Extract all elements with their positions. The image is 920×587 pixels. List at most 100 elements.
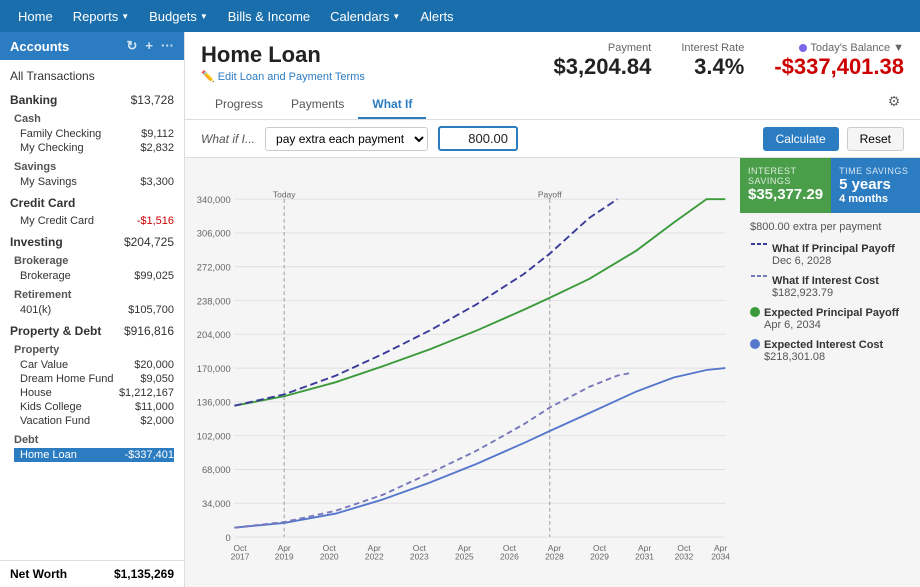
list-item[interactable]: My Checking $2,832 xyxy=(14,141,174,155)
cash-label: Cash xyxy=(14,111,174,127)
tab-progress[interactable]: Progress xyxy=(201,91,277,119)
settings-icon[interactable]: ⚙ xyxy=(884,91,904,111)
legend-whatif-principal: What If Principal Payoff Dec 6, 2028 xyxy=(750,243,910,267)
interest-stat: Interest Rate 3.4% xyxy=(681,42,744,80)
list-item[interactable]: Family Checking $9,112 xyxy=(14,127,174,141)
reset-button[interactable]: Reset xyxy=(847,127,904,151)
sidebar-subgroup-cc: My Credit Card -$1,516 xyxy=(0,212,184,230)
list-item[interactable]: My Credit Card -$1,516 xyxy=(14,214,174,228)
add-account-icon[interactable]: + xyxy=(145,38,153,54)
whatif-interest-text: What If Interest Cost $182,923.79 xyxy=(772,275,879,299)
car-value-amount: $20,000 xyxy=(134,359,174,371)
401k-amount: $105,700 xyxy=(128,304,174,316)
list-item[interactable]: House $1,212,167 xyxy=(14,386,174,400)
list-item[interactable]: Car Value $20,000 xyxy=(14,358,174,372)
nav-reports[interactable]: Reports ▼ xyxy=(63,0,139,32)
sidebar-subgroup-brokerage: Brokerage Brokerage $99,025 xyxy=(0,251,184,285)
my-savings-amount: $3,300 xyxy=(140,176,174,188)
list-item[interactable]: Kids College $11,000 xyxy=(14,400,174,414)
edit-icon: ✏️ xyxy=(201,70,215,83)
refresh-icon[interactable]: ↻ xyxy=(127,38,138,54)
whatif-select[interactable]: pay extra each payment xyxy=(265,127,428,151)
whatif-amount-input[interactable] xyxy=(438,126,518,151)
expected-interest-subtitle: $218,301.08 xyxy=(764,351,883,363)
retirement-label: Retirement xyxy=(14,287,174,303)
list-item[interactable]: 401(k) $105,700 xyxy=(14,303,174,317)
nav-calendars[interactable]: Calendars ▼ xyxy=(320,0,410,32)
my-checking-name: My Checking xyxy=(20,142,84,154)
nav-home[interactable]: Home xyxy=(8,0,63,32)
my-credit-card-amount: -$1,516 xyxy=(137,215,174,227)
svg-text:2032: 2032 xyxy=(675,552,694,562)
family-checking-amount: $9,112 xyxy=(141,128,174,140)
sidebar-group-banking[interactable]: Banking $13,728 xyxy=(0,88,184,109)
legend-expected-interest: Expected Interest Cost $218,301.08 xyxy=(750,339,910,363)
property-sub-label: Property xyxy=(14,342,174,358)
brokerage-amount: $99,025 xyxy=(134,270,174,282)
more-options-icon[interactable]: ··· xyxy=(161,38,174,54)
nav-budgets[interactable]: Budgets ▼ xyxy=(139,0,218,32)
home-loan-name: Home Loan xyxy=(20,449,77,461)
sidebar-subgroup-cash: Cash Family Checking $9,112 My Checking … xyxy=(0,109,184,157)
dropdown-arrow-balance[interactable]: ▼ xyxy=(893,42,904,54)
svg-text:Payoff: Payoff xyxy=(538,189,562,199)
today-dot-icon xyxy=(799,44,807,52)
svg-text:2017: 2017 xyxy=(231,552,250,562)
svg-text:2031: 2031 xyxy=(635,552,654,562)
loan-chart: 340,000 306,000 272,000 238,000 204,000 … xyxy=(195,168,730,587)
savings-panel: INTEREST SAVINGS $35,377.29 TIME SAVINGS… xyxy=(740,158,920,213)
svg-text:0: 0 xyxy=(225,533,230,543)
sidebar-title: Accounts xyxy=(10,39,69,54)
vacation-fund-amount: $2,000 xyxy=(140,415,174,427)
car-value-name: Car Value xyxy=(20,359,68,371)
svg-text:2019: 2019 xyxy=(275,552,294,562)
my-credit-card-name: My Credit Card xyxy=(20,215,94,227)
list-item[interactable]: Vacation Fund $2,000 xyxy=(14,414,174,428)
svg-text:2026: 2026 xyxy=(500,552,519,562)
whatif-interest-icon xyxy=(750,275,768,277)
time-savings-sub: 4 months xyxy=(839,193,912,205)
all-transactions-item[interactable]: All Transactions xyxy=(0,64,184,88)
expected-principal-title: Expected Principal Payoff xyxy=(764,307,899,319)
list-item[interactable]: My Savings $3,300 xyxy=(14,175,174,189)
whatif-interest-subtitle: $182,923.79 xyxy=(772,287,879,299)
chart-main: 340,000 306,000 272,000 238,000 204,000 … xyxy=(185,158,920,587)
chart-info: $800.00 extra per payment What If Princi… xyxy=(740,213,920,379)
expected-principal-text: Expected Principal Payoff Apr 6, 2034 xyxy=(764,307,899,331)
svg-text:272,000: 272,000 xyxy=(197,263,231,273)
interest-savings-value: $35,377.29 xyxy=(748,186,823,203)
sidebar-icons: ↻ + ··· xyxy=(127,38,175,54)
dream-home-amount: $9,050 xyxy=(140,373,174,385)
svg-text:2023: 2023 xyxy=(410,552,429,562)
investing-label: Investing xyxy=(10,235,63,249)
sidebar-subgroup-debt: Debt Home Loan -$337,401 xyxy=(0,430,184,464)
list-item[interactable]: Brokerage $99,025 xyxy=(14,269,174,283)
page-title: Home Loan xyxy=(201,42,365,68)
debt-label: Debt xyxy=(14,432,174,448)
svg-text:34,000: 34,000 xyxy=(202,499,231,509)
whatif-label: What if I... xyxy=(201,132,255,146)
sidebar-group-investing[interactable]: Investing $204,725 xyxy=(0,230,184,251)
sidebar-group-credit[interactable]: Credit Card xyxy=(0,191,184,212)
page-header: Home Loan ✏️ Edit Loan and Payment Terms… xyxy=(185,32,920,120)
sidebar-group-property[interactable]: Property & Debt $916,816 xyxy=(0,319,184,340)
nav-alerts[interactable]: Alerts xyxy=(410,0,463,32)
svg-text:170,000: 170,000 xyxy=(197,364,231,374)
page-header-top: Home Loan ✏️ Edit Loan and Payment Terms… xyxy=(201,42,904,83)
property-label: Property & Debt xyxy=(10,324,101,338)
tab-payments[interactable]: Payments xyxy=(277,91,358,119)
page-title-area: Home Loan ✏️ Edit Loan and Payment Terms xyxy=(201,42,365,83)
dream-home-name: Dream Home Fund xyxy=(20,373,114,385)
expected-principal-subtitle: Apr 6, 2034 xyxy=(764,319,899,331)
list-item[interactable]: Dream Home Fund $9,050 xyxy=(14,372,174,386)
edit-loan-link[interactable]: ✏️ Edit Loan and Payment Terms xyxy=(201,70,365,83)
nav-bills[interactable]: Bills & Income xyxy=(218,0,320,32)
tab-whatif[interactable]: What If xyxy=(358,91,426,119)
calculate-button[interactable]: Calculate xyxy=(763,127,839,151)
svg-text:306,000: 306,000 xyxy=(197,229,231,239)
401k-name: 401(k) xyxy=(20,304,51,316)
whatif-principal-subtitle: Dec 6, 2028 xyxy=(772,255,895,267)
home-loan-item[interactable]: Home Loan -$337,401 xyxy=(14,448,174,462)
whatif-principal-text: What If Principal Payoff Dec 6, 2028 xyxy=(772,243,895,267)
svg-text:68,000: 68,000 xyxy=(202,465,231,475)
